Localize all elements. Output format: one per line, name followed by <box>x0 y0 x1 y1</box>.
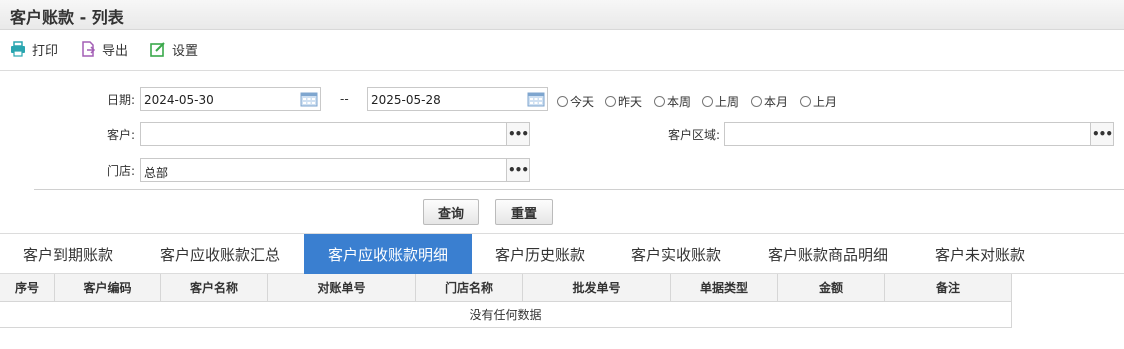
tab-received-accounts[interactable]: 客户实收账款 <box>608 234 744 274</box>
radio-label: 本月 <box>764 95 789 109</box>
radio-circle[interactable] <box>605 96 616 107</box>
column-header[interactable]: 门店名称 <box>416 274 523 301</box>
more-icon: ••• <box>1091 127 1113 141</box>
column-header[interactable]: 备注 <box>885 274 1012 301</box>
date-from-value: 2024-05-30 <box>144 93 214 107</box>
region-more-button[interactable]: ••• <box>1090 122 1114 146</box>
radio-label: 今天 <box>570 95 595 109</box>
title-bar: 客户账款 - 列表 <box>0 0 1124 30</box>
more-icon: ••• <box>507 163 529 177</box>
reset-button[interactable]: 重置 <box>495 199 553 225</box>
radio-last-month[interactable]: 上月 <box>800 93 837 110</box>
radio-label: 昨天 <box>618 95 643 109</box>
column-header[interactable]: 对账单号 <box>268 274 416 301</box>
tab-unreconciled[interactable]: 客户未对账款 <box>912 234 1048 274</box>
export-button[interactable]: 导出 <box>80 40 129 59</box>
column-header[interactable]: 批发单号 <box>523 274 671 301</box>
more-icon: ••• <box>507 127 529 141</box>
radio-today[interactable]: 今天 <box>557 93 594 110</box>
tab-receivable-summary[interactable]: 客户应收账款汇总 <box>136 234 304 274</box>
divider <box>34 189 1124 190</box>
calendar-icon[interactable] <box>300 91 318 107</box>
date-from-field[interactable]: 2024-05-30 <box>140 87 321 111</box>
store-input[interactable]: 总部 <box>140 158 507 182</box>
radio-last-week[interactable]: 上周 <box>702 93 739 110</box>
tab-bar: 客户到期账款 客户应收账款汇总 客户应收账款明细 客户历史账款 客户实收账款 客… <box>0 233 1124 274</box>
customer-more-button[interactable]: ••• <box>506 122 530 146</box>
tab-product-detail[interactable]: 客户账款商品明细 <box>744 234 912 274</box>
radio-this-month[interactable]: 本月 <box>751 93 788 110</box>
date-label: 日期: <box>106 93 135 107</box>
store-label: 门店: <box>106 164 135 178</box>
date-range-separator: -- <box>340 92 349 106</box>
column-header[interactable]: 客户编码 <box>55 274 161 301</box>
radio-circle[interactable] <box>702 96 713 107</box>
radio-circle[interactable] <box>557 96 568 107</box>
date-to-value: 2025-05-28 <box>371 93 441 107</box>
region-label: 客户区域: <box>667 128 720 142</box>
radio-yesterday[interactable]: 昨天 <box>605 93 642 110</box>
column-header[interactable]: 序号 <box>0 274 55 301</box>
store-value: 总部 <box>144 166 169 180</box>
table-header: 序号 客户编码 客户名称 对账单号 门店名称 批发单号 单据类型 金额 备注 <box>0 274 1012 302</box>
radio-label: 上周 <box>715 95 740 109</box>
radio-circle[interactable] <box>800 96 811 107</box>
tab-history-accounts[interactable]: 客户历史账款 <box>472 234 608 274</box>
column-header[interactable]: 客户名称 <box>161 274 268 301</box>
edit-settings-icon <box>150 42 165 57</box>
print-button[interactable]: 打印 <box>10 40 59 59</box>
export-label: 导出 <box>102 43 129 59</box>
customer-label: 客户: <box>106 128 135 142</box>
toolbar: 打印 导出 设置 <box>0 30 1124 71</box>
tab-due-accounts[interactable]: 客户到期账款 <box>0 234 136 274</box>
radio-label: 本周 <box>667 95 692 109</box>
print-label: 打印 <box>32 43 59 59</box>
customer-input[interactable] <box>140 122 507 146</box>
tab-receivable-detail[interactable]: 客户应收账款明细 <box>304 234 472 274</box>
date-to-field[interactable]: 2025-05-28 <box>367 87 548 111</box>
calendar-icon[interactable] <box>527 91 545 107</box>
settings-label: 设置 <box>172 43 199 59</box>
region-input[interactable] <box>724 122 1091 146</box>
column-header[interactable]: 金额 <box>778 274 885 301</box>
column-header[interactable]: 单据类型 <box>671 274 778 301</box>
settings-button[interactable]: 设置 <box>150 40 199 59</box>
page-title: 客户账款 - 列表 <box>10 8 124 27</box>
store-more-button[interactable]: ••• <box>506 158 530 182</box>
radio-circle[interactable] <box>654 96 665 107</box>
table-empty-message: 没有任何数据 <box>0 302 1012 328</box>
radio-circle[interactable] <box>751 96 762 107</box>
radio-this-week[interactable]: 本周 <box>654 93 691 110</box>
query-button[interactable]: 查询 <box>423 199 479 225</box>
radio-label: 上月 <box>813 95 838 109</box>
export-icon <box>82 41 96 57</box>
printer-icon <box>11 41 25 57</box>
